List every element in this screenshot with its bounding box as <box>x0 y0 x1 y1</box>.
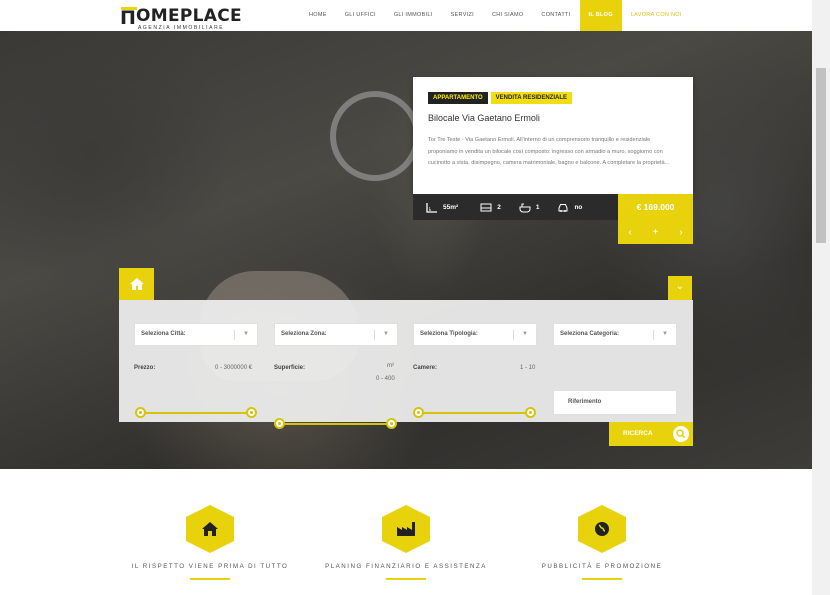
bed-icon <box>480 203 492 211</box>
feature-rooms: 2 <box>480 202 501 213</box>
feature-baths: 1 <box>519 202 540 213</box>
listing-title[interactable]: Bilocale Via Gaetano Ermoli <box>428 113 540 123</box>
rooms-range: 1 - 10 <box>520 365 536 371</box>
price-max-handle[interactable] <box>246 407 257 418</box>
rooms-slider-track[interactable] <box>418 412 531 414</box>
listing-description: Tor Tre Teste - Via Gaetano Ermoli. All'… <box>428 137 670 166</box>
category-select-label: Seleziona Categoria: <box>560 331 620 337</box>
next-arrow-icon[interactable]: › <box>679 227 682 238</box>
zone-select[interactable]: Seleziona Zona: ▼ <box>274 323 398 346</box>
city-select-label: Seleziona Città: <box>141 331 186 337</box>
chevron-down-icon[interactable]: ⌄ <box>668 276 692 300</box>
logo-text: OMEPLACE <box>136 6 242 26</box>
area-slider-track[interactable] <box>279 423 392 425</box>
feature-financial: PLANING FINANZIARIO E ASSISTENZA <box>316 505 496 580</box>
search-icon <box>673 426 689 442</box>
area-icon <box>426 202 437 213</box>
city-select[interactable]: Seleziona Città: ▼ <box>134 323 258 346</box>
feature-advertising-title: PUBBLICITÀ E PROMOZIONE <box>541 563 663 570</box>
type-select[interactable]: Seleziona Tipologia: ▼ <box>413 323 537 346</box>
tag-category[interactable]: VENDITA RESIDENZIALE <box>490 92 573 104</box>
area-min-handle[interactable] <box>274 418 285 429</box>
search-button[interactable]: RICERCA <box>609 422 693 446</box>
keys-image <box>330 91 420 181</box>
price-label: Prezzo: <box>134 365 156 371</box>
factory-icon <box>382 505 430 553</box>
search-panel: Seleziona Città: ▼ Seleziona Zona: ▼ Selez… <box>119 300 693 429</box>
nav-uffici[interactable]: GLI UFFICI <box>336 0 385 31</box>
rooms-max-handle[interactable] <box>525 407 536 418</box>
logo-subtitle: AGENZIA IMMOBILIARE <box>138 25 225 31</box>
nav-home[interactable]: HOME <box>300 0 336 31</box>
chevron-down-icon: ▼ <box>383 331 389 337</box>
feature-parking-value: no <box>574 203 583 211</box>
top-navbar: П OMEPLACE AGENZIA IMMOBILIARE HOME GLI … <box>0 0 812 31</box>
listing-slider-controls: ‹ + › <box>618 220 693 244</box>
hero-banner: APPARTAMENTO VENDITA RESIDENZIALE Biloca… <box>0 31 812 469</box>
feature-area-value: 55m² <box>443 203 459 211</box>
price-range: 0 - 3000000 € <box>215 365 253 371</box>
globe-icon <box>578 505 626 553</box>
search-home-tab[interactable] <box>119 268 154 300</box>
home-icon <box>129 278 144 290</box>
chevron-down-icon: ▼ <box>662 331 668 337</box>
tag-type[interactable]: APPARTAMENTO <box>428 92 488 104</box>
feature-area: 55m² <box>426 202 458 213</box>
feature-advertising: PUBBLICITÀ E PROMOZIONE <box>512 505 692 580</box>
price-slider-track[interactable] <box>139 412 252 414</box>
listing-card[interactable]: APPARTAMENTO VENDITA RESIDENZIALE Biloca… <box>413 77 693 194</box>
category-select[interactable]: Seleziona Categoria: ▼ <box>553 323 677 346</box>
type-select-label: Seleziona Tipologia: <box>420 331 478 337</box>
feature-rooms-value: 2 <box>497 203 501 211</box>
feature-parking: no <box>557 202 582 213</box>
price-min-handle[interactable] <box>135 407 146 418</box>
plus-icon[interactable]: + <box>653 227 659 238</box>
area-unit: m² <box>387 363 394 369</box>
listing-price: € 169.000 <box>618 194 693 220</box>
rooms-min-handle[interactable] <box>413 407 424 418</box>
rooms-label: Camere: <box>413 365 438 371</box>
feature-underline <box>190 578 230 580</box>
reference-input[interactable]: Riferimento <box>553 390 677 415</box>
nav-servizi[interactable]: SERVIZI <box>442 0 483 31</box>
chevron-down-icon: ▼ <box>243 331 249 337</box>
chevron-down-icon: ▼ <box>522 331 528 337</box>
feature-respect-title: IL RISPETTO VIENE PRIMA DI TUTTO <box>131 563 289 570</box>
area-label: Superficie: <box>274 365 306 371</box>
page-scrollbar[interactable] <box>812 0 830 595</box>
bath-icon <box>519 203 531 212</box>
listing-tags: APPARTAMENTO VENDITA RESIDENZIALE <box>428 92 573 104</box>
prev-arrow-icon[interactable]: ‹ <box>628 227 631 238</box>
nav-immobili[interactable]: GLI IMMOBILI <box>385 0 442 31</box>
area-max-handle[interactable] <box>386 418 397 429</box>
area-range: 0 - 400 <box>376 376 395 382</box>
feature-respect: IL RISPETTO VIENE PRIMA DI TUTTO <box>120 505 300 580</box>
nav-chi-siamo[interactable]: CHI SIAMO <box>483 0 532 31</box>
feature-underline <box>582 578 622 580</box>
feature-financial-title: PLANING FINANZIARIO E ASSISTENZA <box>325 563 487 570</box>
nav-lavora-con-noi[interactable]: LAVORA CON NOI <box>622 0 691 31</box>
nav-contatti[interactable]: CONTATTI <box>532 0 579 31</box>
search-button-label: RICERCA <box>623 430 653 437</box>
nav-blog[interactable]: IL BLOG <box>579 0 622 31</box>
feature-baths-value: 1 <box>535 203 540 211</box>
zone-select-label: Seleziona Zona: <box>281 331 327 337</box>
logo-mark: П <box>120 7 137 29</box>
main-menu: HOME GLI UFFICI GLI IMMOBILI SERVIZI CHI… <box>300 0 691 31</box>
scrollbar-thumb[interactable] <box>816 68 826 243</box>
car-icon <box>558 203 568 212</box>
listing-features-bar: 55m² 2 1 no <box>413 194 618 220</box>
feature-underline <box>386 578 426 580</box>
home-icon <box>186 505 234 553</box>
